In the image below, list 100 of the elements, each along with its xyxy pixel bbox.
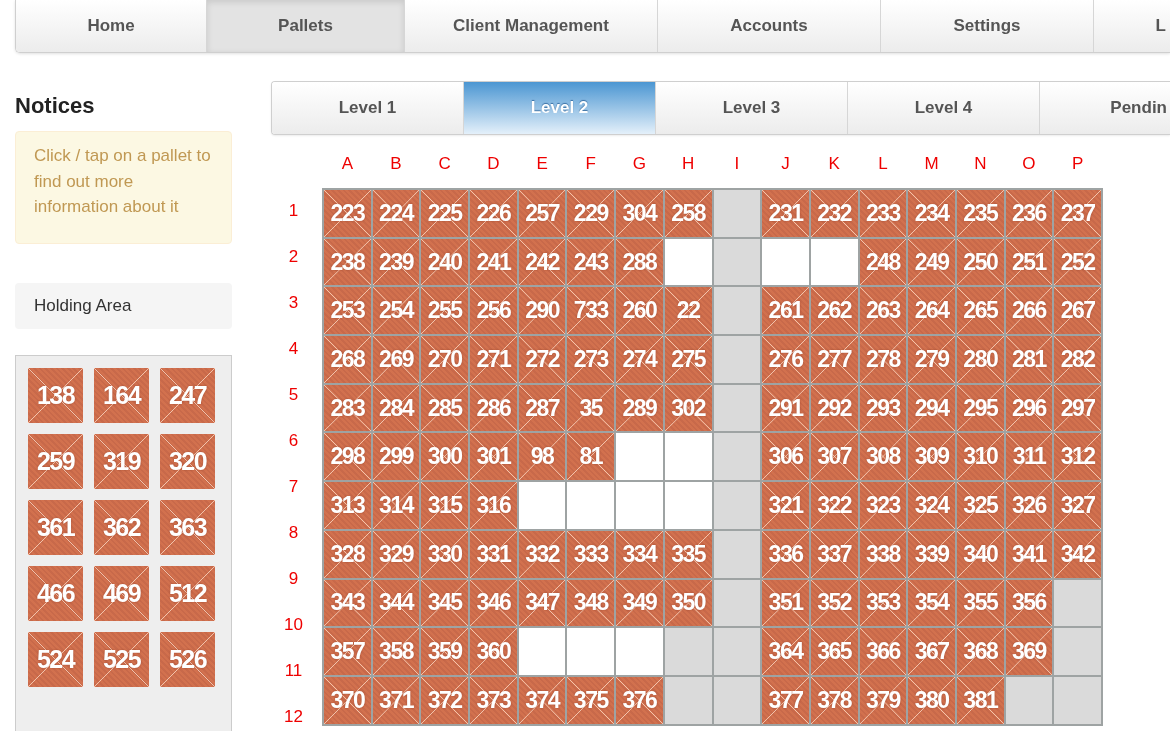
pallet-tile[interactable]: 307	[810, 433, 858, 481]
pallet-tile[interactable]: 371	[372, 676, 420, 724]
pallet-tile[interactable]: 288	[616, 238, 663, 286]
pallet-tile[interactable]: 312	[1054, 433, 1101, 481]
nav-tab[interactable]: Accounts	[658, 0, 881, 52]
pallet-tile[interactable]: 236	[1005, 190, 1053, 237]
pallet-tile[interactable]: 302	[664, 384, 712, 432]
pallet-tile[interactable]: 262	[810, 287, 858, 335]
pallet-tile[interactable]: 278	[859, 336, 907, 383]
pallet-tile[interactable]: 354	[908, 579, 955, 627]
pallet-tile[interactable]: 361	[28, 499, 83, 555]
pallet-tile[interactable]: 280	[956, 336, 1004, 383]
pallet-tile[interactable]: 254	[372, 287, 420, 335]
pallet-tile[interactable]: 231	[762, 190, 809, 237]
pallet-tile[interactable]: 255	[421, 287, 469, 335]
pallet-tile[interactable]: 349	[616, 579, 663, 627]
pallet-tile[interactable]: 332	[518, 530, 566, 578]
pallet-tile[interactable]: 346	[470, 579, 517, 627]
pallet-tile[interactable]: 242	[518, 238, 566, 286]
pallet-tile[interactable]: 267	[1054, 287, 1101, 335]
pallet-tile[interactable]: 265	[956, 287, 1004, 335]
nav-tab[interactable]: Home	[16, 0, 207, 52]
pallet-tile[interactable]: 374	[518, 676, 566, 724]
pallet-tile[interactable]: 526	[160, 631, 215, 687]
pallet-tile[interactable]: 293	[859, 384, 907, 432]
pallet-tile[interactable]: 339	[908, 530, 955, 578]
pallet-tile[interactable]: 261	[762, 287, 809, 335]
level-tab[interactable]: Level 2	[464, 82, 656, 134]
pallet-tile[interactable]: 268	[324, 336, 371, 383]
pallet-tile[interactable]: 357	[324, 628, 371, 675]
pallet-tile[interactable]: 271	[470, 336, 517, 383]
pallet-tile[interactable]: 138	[28, 367, 83, 423]
pallet-tile[interactable]: 295	[956, 384, 1004, 432]
pallet-tile[interactable]: 289	[616, 384, 663, 432]
pallet-tile[interactable]: 314	[372, 482, 420, 529]
level-tab[interactable]: Level 3	[656, 82, 848, 134]
pallet-tile[interactable]: 294	[908, 384, 955, 432]
pallet-tile[interactable]: 378	[810, 676, 858, 724]
pallet-tile[interactable]: 274	[616, 336, 663, 383]
pallet-tile[interactable]: 291	[762, 384, 809, 432]
pallet-tile[interactable]: 343	[324, 579, 371, 627]
pallet-tile[interactable]: 356	[1005, 579, 1053, 627]
pallet-tile[interactable]: 98	[518, 433, 566, 481]
nav-tab[interactable]: L	[1094, 0, 1170, 52]
pallet-tile[interactable]: 248	[859, 238, 907, 286]
pallet-tile[interactable]: 290	[518, 287, 566, 335]
pallet-tile[interactable]: 301	[470, 433, 517, 481]
pallet-tile[interactable]: 247	[160, 367, 215, 423]
pallet-tile[interactable]: 469	[94, 565, 149, 621]
pallet-tile[interactable]: 377	[762, 676, 809, 724]
pallet-tile[interactable]: 364	[762, 628, 809, 675]
pallet-tile[interactable]: 315	[421, 482, 469, 529]
pallet-tile[interactable]: 333	[567, 530, 615, 578]
pallet-tile[interactable]: 306	[762, 433, 809, 481]
pallet-tile[interactable]: 272	[518, 336, 566, 383]
pallet-tile[interactable]: 259	[28, 433, 83, 489]
pallet-tile[interactable]: 239	[372, 238, 420, 286]
pallet-tile[interactable]: 368	[956, 628, 1004, 675]
pallet-tile[interactable]: 235	[956, 190, 1004, 237]
pallet-tile[interactable]: 309	[908, 433, 955, 481]
pallet-tile[interactable]: 253	[324, 287, 371, 335]
pallet-tile[interactable]: 325	[956, 482, 1004, 529]
pallet-tile[interactable]: 260	[616, 287, 663, 335]
pallet-tile[interactable]: 313	[324, 482, 371, 529]
pallet-tile[interactable]: 366	[859, 628, 907, 675]
pallet-tile[interactable]: 266	[1005, 287, 1053, 335]
pallet-tile[interactable]: 367	[908, 628, 955, 675]
pallet-tile[interactable]: 331	[470, 530, 517, 578]
pallet-tile[interactable]: 233	[859, 190, 907, 237]
pallet-tile[interactable]: 373	[470, 676, 517, 724]
pallet-tile[interactable]: 320	[160, 433, 215, 489]
pallet-tile[interactable]: 299	[372, 433, 420, 481]
pallet-tile[interactable]: 322	[810, 482, 858, 529]
pallet-tile[interactable]: 238	[324, 238, 371, 286]
pallet-tile[interactable]: 348	[567, 579, 615, 627]
pallet-tile[interactable]: 226	[470, 190, 517, 237]
pallet-tile[interactable]: 35	[567, 384, 615, 432]
pallet-tile[interactable]: 344	[372, 579, 420, 627]
pallet-tile[interactable]: 282	[1054, 336, 1101, 383]
pallet-tile[interactable]: 733	[567, 287, 615, 335]
pallet-tile[interactable]: 363	[160, 499, 215, 555]
pallet-tile[interactable]: 296	[1005, 384, 1053, 432]
pallet-tile[interactable]: 365	[810, 628, 858, 675]
pallet-tile[interactable]: 229	[567, 190, 615, 237]
pallet-tile[interactable]: 316	[470, 482, 517, 529]
pallet-tile[interactable]: 275	[664, 336, 712, 383]
level-tab[interactable]: Level 4	[848, 82, 1040, 134]
pallet-tile[interactable]: 323	[859, 482, 907, 529]
pallet-tile[interactable]: 358	[372, 628, 420, 675]
pallet-tile[interactable]: 81	[567, 433, 615, 481]
pallet-tile[interactable]: 310	[956, 433, 1004, 481]
pallet-tile[interactable]: 297	[1054, 384, 1101, 432]
pallet-tile[interactable]: 370	[324, 676, 371, 724]
pallet-tile[interactable]: 330	[421, 530, 469, 578]
pallet-tile[interactable]: 250	[956, 238, 1004, 286]
pallet-tile[interactable]: 341	[1005, 530, 1053, 578]
nav-tab[interactable]: Settings	[881, 0, 1094, 52]
level-tab[interactable]: Level 1	[272, 82, 464, 134]
pallet-tile[interactable]: 284	[372, 384, 420, 432]
pallet-tile[interactable]: 283	[324, 384, 371, 432]
